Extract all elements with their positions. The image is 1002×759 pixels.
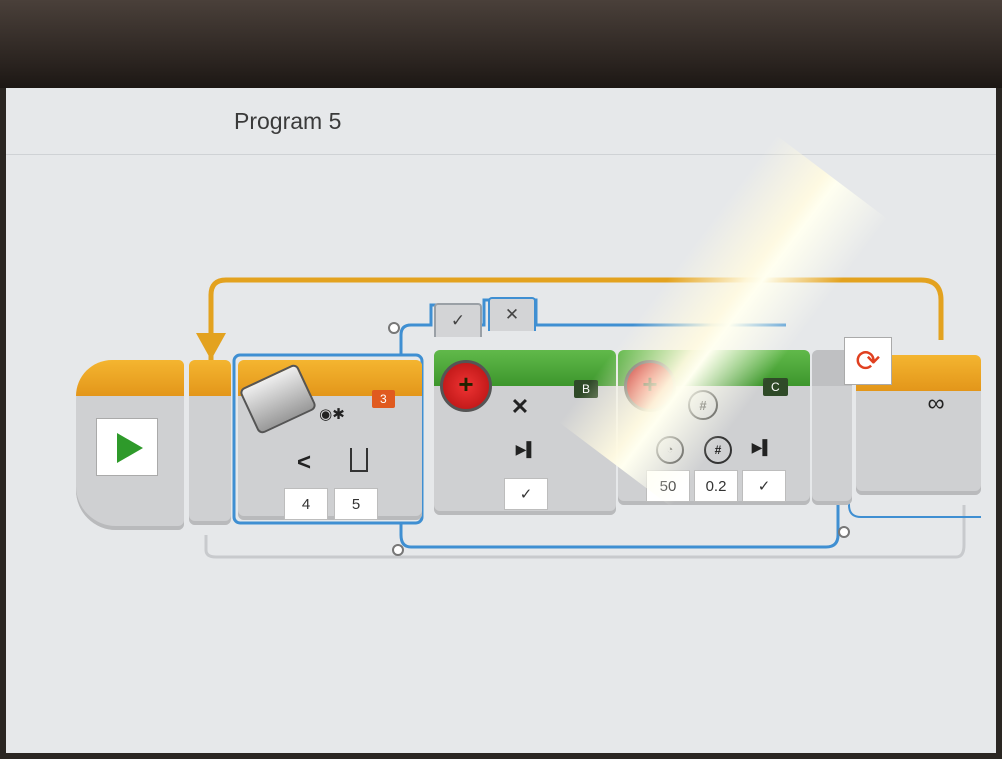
switch-true-label: ✓ bbox=[450, 311, 466, 330]
loop-start-stripe bbox=[189, 360, 231, 396]
motor-b-brake-param[interactable]: ✓ bbox=[504, 478, 548, 510]
motor-b-off-icon[interactable]: ✕ bbox=[508, 394, 532, 419]
sensor-port-label[interactable]: 3 bbox=[372, 390, 395, 408]
switch-tab-false[interactable]: ✕ bbox=[488, 297, 536, 331]
power-gauge-icon: ◔ bbox=[656, 436, 684, 464]
program-title: Program 5 bbox=[234, 108, 342, 134]
sensor-mode-icon: ◉✱ bbox=[319, 406, 345, 423]
switch-false-label: ✕ bbox=[504, 305, 520, 324]
compare-less-than-icon[interactable]: < bbox=[294, 449, 314, 476]
title-bar: Program 5 bbox=[6, 88, 996, 155]
programming-canvas[interactable]: ◉✱ 3 < 4 5 ✓ ✕ ✕ B ▶▌ ✓ # C ◔ # bbox=[6, 135, 996, 753]
motor-c-brake-param[interactable]: ✓ bbox=[742, 470, 786, 502]
loop-end-block[interactable]: ⟳ ∞ bbox=[844, 337, 981, 495]
brake-at-end-icon: ▶▌ bbox=[751, 438, 773, 455]
start-block[interactable] bbox=[76, 360, 184, 530]
play-icon[interactable] bbox=[96, 418, 158, 476]
screen-bezel bbox=[0, 0, 1002, 88]
rotations-mode-icon[interactable]: # bbox=[688, 390, 718, 420]
switch-tab-true[interactable]: ✓ bbox=[434, 303, 482, 337]
loop-start-block[interactable] bbox=[189, 360, 231, 525]
brake-at-end-icon: ▶▌ bbox=[515, 440, 537, 457]
large-motor-b-icon bbox=[440, 360, 492, 412]
start-stripe bbox=[76, 360, 184, 396]
motor-c-block[interactable]: # C ◔ # ▶▌ 50 0.2 ✓ bbox=[618, 350, 810, 505]
wait-param-compare[interactable]: 4 bbox=[284, 488, 328, 520]
threshold-icon[interactable] bbox=[350, 448, 368, 472]
loop-count-infinity[interactable]: ∞ bbox=[918, 390, 954, 417]
app-screen: Program 5 ◉✱ 3 < 4 5 ✓ ✕ + ✕ B ▶▌ ✓ + # … bbox=[6, 88, 996, 753]
motor-c-power-param[interactable]: 50 bbox=[646, 470, 690, 502]
rotations-icon: # bbox=[704, 436, 732, 464]
motor-b-port-label[interactable]: B bbox=[574, 380, 599, 398]
wait-sensor-block[interactable]: ◉✱ 3 < 4 5 bbox=[238, 360, 422, 520]
loop-icon: ⟳ bbox=[844, 337, 892, 385]
motor-c-port-label[interactable]: C bbox=[763, 378, 788, 396]
wait-param-threshold[interactable]: 5 bbox=[334, 488, 378, 520]
motor-c-rotations-param[interactable]: 0.2 bbox=[694, 470, 738, 502]
large-motor-c-icon bbox=[624, 360, 676, 412]
motor-b-block[interactable]: ✕ B ▶▌ ✓ bbox=[434, 350, 616, 515]
